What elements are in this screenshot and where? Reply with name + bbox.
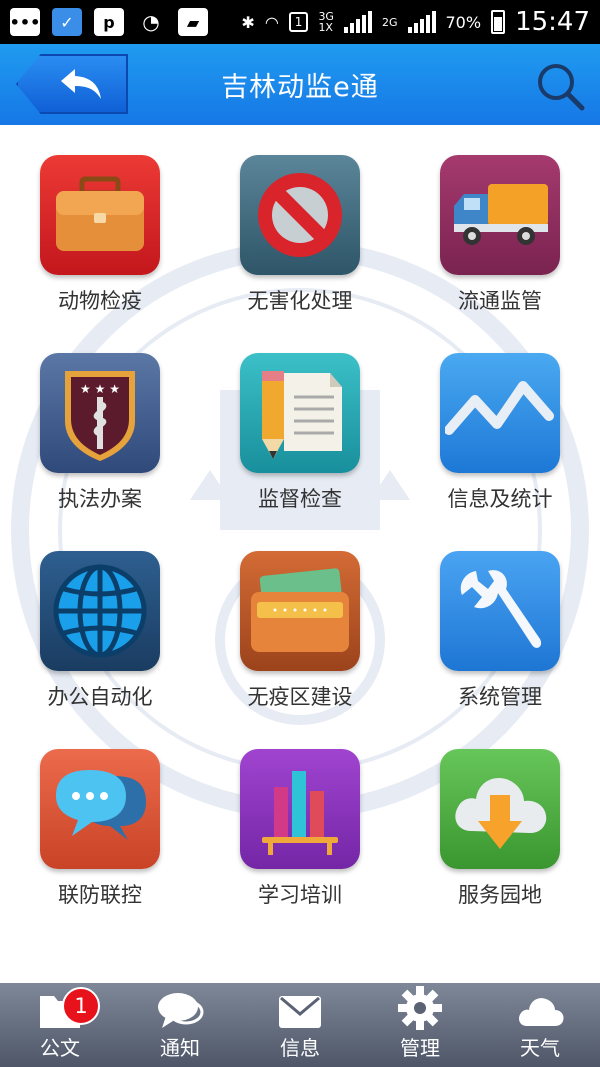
app-header: 吉林动监e通 <box>0 44 600 125</box>
svg-text:★ ★ ★: ★ ★ ★ <box>80 382 120 396</box>
chat-icon <box>158 993 204 1028</box>
grid-item-label: 流通监管 <box>458 289 542 313</box>
grid-item-icon-bg <box>40 155 160 275</box>
line-chart-icon <box>445 381 554 435</box>
page-title: 吉林动监e通 <box>221 72 379 103</box>
nav-item-notice[interactable]: 通知 <box>120 983 240 1067</box>
bottom-nav: 公文 1 通知 信息 管理 天气 <box>0 983 600 1067</box>
folder-icon <box>251 568 349 652</box>
pencil-document-icon <box>262 371 342 459</box>
nav-label: 天气 <box>520 1036 560 1060</box>
nav-item-management[interactable]: 管理 <box>360 983 480 1067</box>
globe-icon <box>53 564 147 658</box>
grid-item-circulation-supervision[interactable]: 流通监管 <box>400 155 600 315</box>
grid-item-icon-bg <box>240 551 360 671</box>
grid-item-icon-bg <box>440 155 560 275</box>
gear-icon <box>398 986 442 1030</box>
grid-item-label: 服务园地 <box>458 883 542 907</box>
shield-app-icon: ✓ <box>52 8 82 36</box>
grid-item-harmless-disposal[interactable]: 无害化处理 <box>200 155 400 315</box>
battery-icon <box>491 10 506 34</box>
grid-item-label: 无疫区建设 <box>247 685 353 709</box>
grid-item-label: 监督检查 <box>258 487 342 511</box>
grid-item-icon-bg <box>240 353 360 473</box>
grid-item-study-training[interactable]: 学习培训 <box>200 749 400 909</box>
law-badge-icon: ★ ★ ★ <box>65 371 135 461</box>
wifi-icon: ◠ <box>264 12 279 32</box>
messages-icon: ••• <box>10 8 40 36</box>
network-type-2g: 2G <box>381 15 398 29</box>
image-icon: ▰ <box>178 8 208 36</box>
back-button[interactable] <box>16 54 128 114</box>
wechat-icon: ◔ <box>136 8 166 36</box>
prohibited-icon <box>258 173 342 257</box>
clock: 15:47 <box>515 7 590 37</box>
sim-indicator: 1 <box>288 12 309 32</box>
nav-item-weather[interactable]: 天气 <box>480 983 600 1067</box>
chat-bubbles-icon <box>56 770 146 840</box>
cloud-icon <box>519 998 564 1026</box>
truck-icon <box>454 184 548 245</box>
status-bar: ••• ✓ p ◔ ▰ ✱ ◠ 1 3G 1X 2G 70% 15:47 <box>0 0 600 44</box>
grid-item-icon-bg <box>440 551 560 671</box>
grid-item-label: 学习培训 <box>258 883 342 907</box>
grid-item-icon-bg <box>240 749 360 869</box>
nav-label: 管理 <box>400 1036 440 1060</box>
grid-item-icon-bg <box>440 749 560 869</box>
wrench-icon <box>460 570 542 648</box>
nav-label: 通知 <box>160 1036 200 1060</box>
back-arrow-icon <box>61 69 101 99</box>
nav-label: 信息 <box>280 1036 320 1060</box>
grid-item-icon-bg <box>40 749 160 869</box>
battery-percent: 70% <box>445 12 482 32</box>
grid-item-animal-quarantine[interactable]: 动物检疫 <box>0 155 200 315</box>
grid-item-icon-bg <box>440 353 560 473</box>
grid-item-service-garden[interactable]: 服务园地 <box>400 749 600 909</box>
grid-item-system-management[interactable]: 系统管理 <box>400 551 600 711</box>
nav-item-messages[interactable]: 信息 <box>240 983 360 1067</box>
grid-item-label: 系统管理 <box>458 685 542 709</box>
mail-icon <box>279 996 321 1028</box>
unread-badge: 1 <box>62 987 100 1025</box>
bluetooth-icon: ✱ <box>241 12 255 32</box>
grid-item-label: 联防联控 <box>58 883 142 907</box>
p-app-icon: p <box>94 8 124 36</box>
grid-item-law-enforcement[interactable]: ★ ★ ★ 执法办案 <box>0 353 200 513</box>
grid-item-disease-free-zone[interactable]: 无疫区建设 <box>200 551 400 711</box>
grid-item-label: 无害化处理 <box>247 289 353 313</box>
grid-item-info-statistics[interactable]: 信息及统计 <box>400 353 600 513</box>
grid-item-label: 动物检疫 <box>58 289 142 313</box>
search-icon[interactable] <box>534 60 586 112</box>
grid-item-icon-bg: ★ ★ ★ <box>40 353 160 473</box>
grid-item-label: 办公自动化 <box>47 685 153 709</box>
bookshelf-icon <box>262 771 338 855</box>
grid-item-label: 信息及统计 <box>447 487 553 511</box>
grid-item-icon-bg <box>240 155 360 275</box>
grid-item-icon-bg <box>40 551 160 671</box>
signal-icon <box>343 11 372 33</box>
nav-item-documents[interactable]: 公文 1 <box>0 983 120 1067</box>
grid-item-label: 执法办案 <box>58 487 142 511</box>
nav-label: 公文 <box>40 1036 80 1060</box>
grid-item-office-automation[interactable]: 办公自动化 <box>0 551 200 711</box>
briefcase-icon <box>56 176 144 251</box>
grid-item-joint-prevention[interactable]: 联防联控 <box>0 749 200 909</box>
grid-item-supervision-inspection[interactable]: 监督检查 <box>200 353 400 513</box>
network-type: 3G 1X <box>318 10 334 34</box>
signal-icon-2 <box>407 11 436 33</box>
cloud-download-icon <box>455 777 547 849</box>
function-grid: 动物检疫 无害化处理 流通监管 ★ ★ ★ 执法办案 监督检查 信息及统计 办公… <box>0 155 600 909</box>
app-screen: ••• ✓ p ◔ ▰ ✱ ◠ 1 3G 1X 2G 70% 15:47 吉林动… <box>0 0 600 1067</box>
